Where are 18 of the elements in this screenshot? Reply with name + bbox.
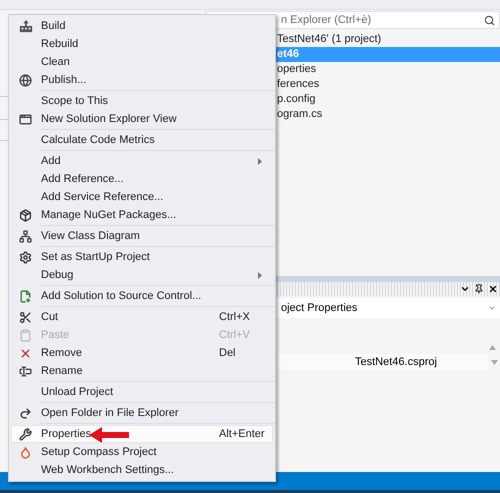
menu-item[interactable]: Scope to This [11, 92, 273, 110]
menu-item[interactable]: Add [11, 152, 273, 170]
menu-item[interactable]: Add Service Reference... [11, 188, 273, 206]
menu-item[interactable]: Set as StartUp Project [11, 248, 273, 266]
menu-item[interactable]: Debug [11, 266, 273, 284]
shortcut-text: Alt+Enter [219, 426, 265, 442]
menu-item[interactable]: New Solution Explorer View [11, 110, 273, 128]
menu-item[interactable]: Properties Alt+Enter [11, 425, 273, 443]
menu-item[interactable]: View Class Diagram [11, 227, 273, 245]
menu-item[interactable]: Unload Project [11, 383, 273, 401]
menu-item[interactable]: Add Reference... [11, 170, 273, 188]
menu-item[interactable]: Calculate Code Metrics [11, 131, 273, 149]
menu-item[interactable]: Open Folder in File Explorer [11, 404, 273, 422]
menu-item[interactable]: Setup Compass Project [11, 443, 273, 461]
menu-item[interactable]: Manage NuGet Packages... [11, 206, 273, 224]
shortcut-text: Ctrl+V [219, 328, 250, 343]
menu-item[interactable]: Publish... [11, 71, 273, 89]
menu-item[interactable]: Web Workbench Settings... [11, 461, 273, 479]
